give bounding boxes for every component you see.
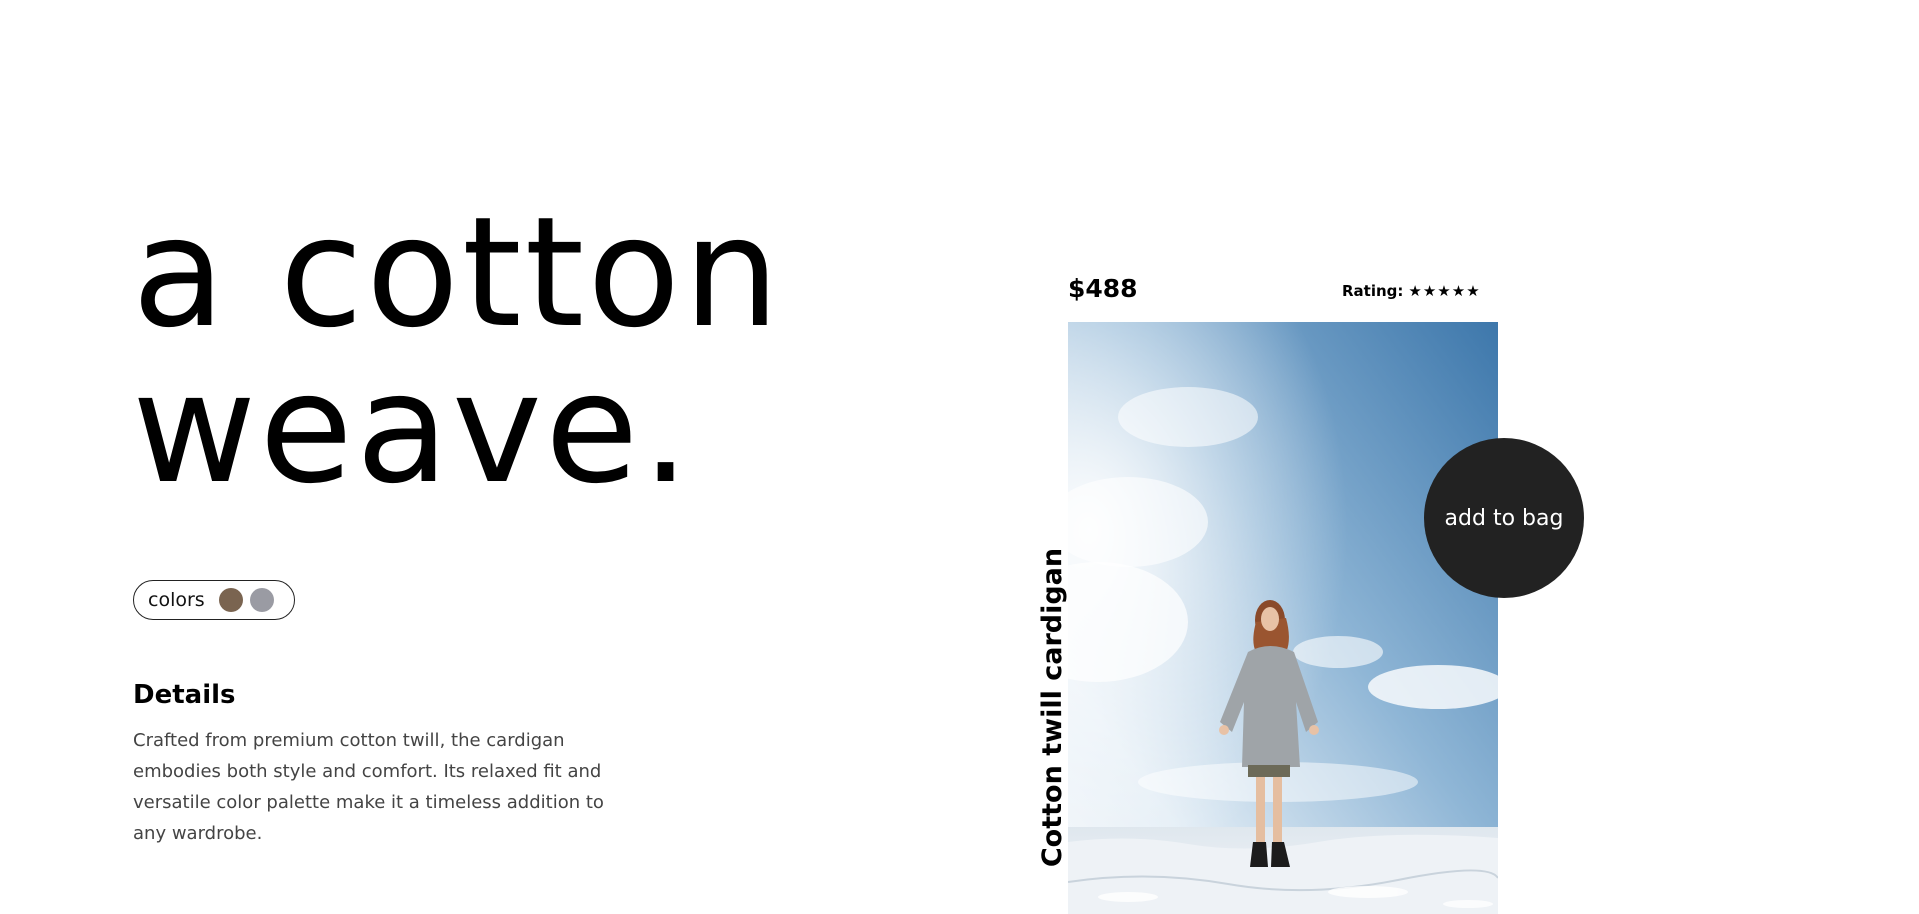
hero-title-line-2: weave.	[132, 340, 693, 517]
hero-title-line-1: a cotton	[132, 184, 783, 361]
rating-label: Rating:	[1342, 282, 1404, 300]
rating-stars-icon: ★★★★★	[1408, 282, 1481, 300]
product-photo	[1068, 322, 1498, 914]
product-price: $488	[1068, 274, 1138, 303]
product-name: Cotton twill cardigan	[1038, 547, 1069, 866]
color-swatch-grey[interactable]	[249, 588, 274, 612]
hero-title: a cotton weave.	[132, 195, 783, 507]
add-to-bag-button[interactable]: add to bag	[1424, 438, 1584, 598]
color-selector: colors	[133, 580, 295, 620]
product-name-label: Cotton twill cardigan	[1037, 547, 1069, 867]
color-swatch-brown[interactable]	[218, 588, 243, 612]
product-page: a cotton weave. colors Details Crafted f…	[0, 0, 1919, 914]
details-heading: Details	[133, 680, 236, 710]
details-description: Crafted from premium cotton twill, the c…	[133, 730, 604, 844]
product-rating: Rating: ★★★★★	[1342, 282, 1481, 300]
product-photo-illustration	[1068, 322, 1498, 914]
colors-label: colors	[148, 589, 205, 611]
